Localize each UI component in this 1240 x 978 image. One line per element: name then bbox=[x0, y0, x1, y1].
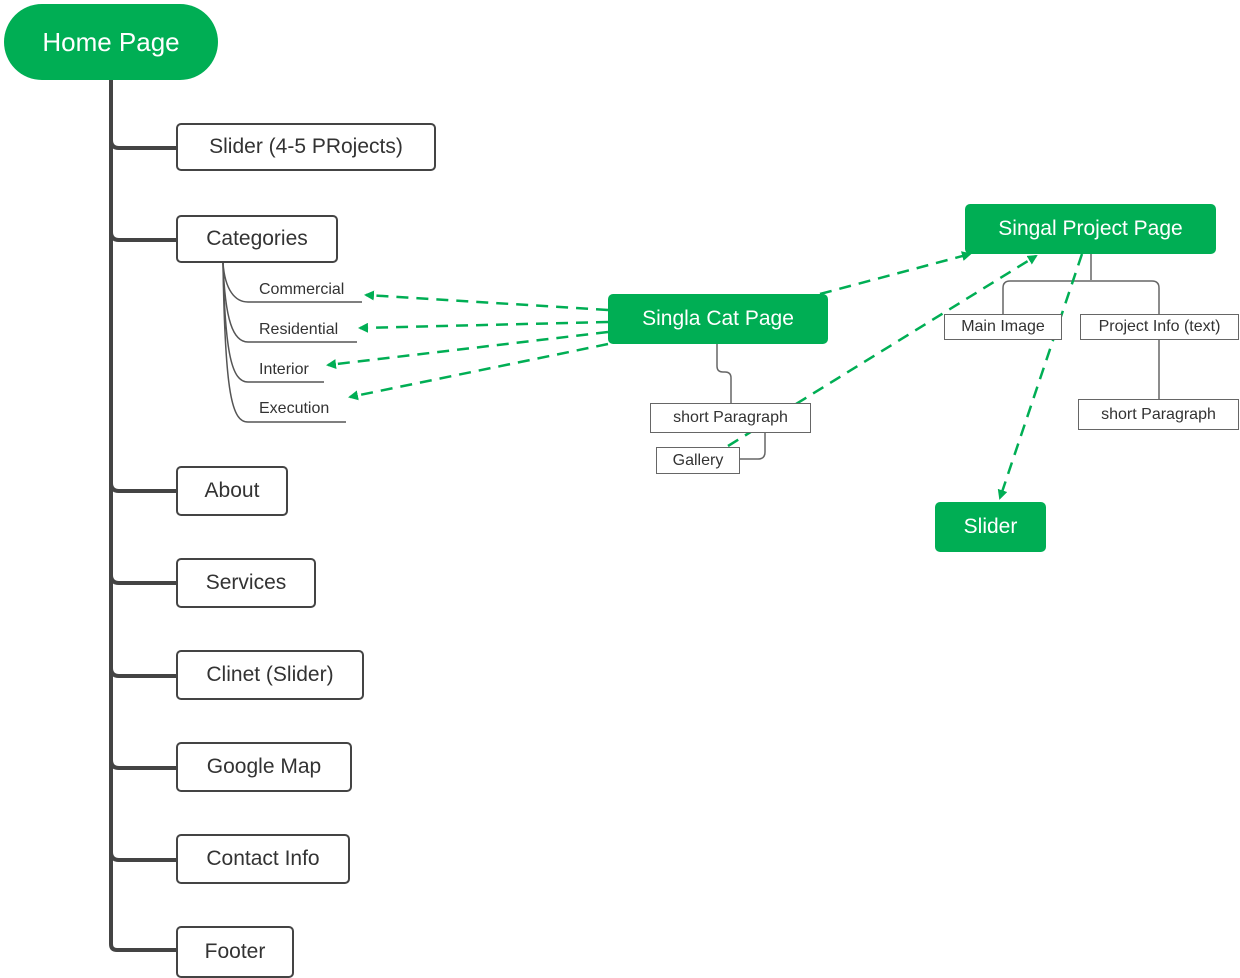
arrow-cat-to-commercial bbox=[364, 290, 609, 312]
arrow-cat-to-project bbox=[819, 251, 972, 296]
gallery-node[interactable]: Gallery bbox=[656, 447, 740, 474]
arrow-cat-to-interior bbox=[326, 330, 609, 370]
category-interior[interactable]: Interior bbox=[259, 361, 309, 379]
arrow-project-to-slider bbox=[997, 253, 1084, 500]
category-residential[interactable]: Residential bbox=[259, 321, 338, 339]
single-cat-page-node[interactable]: Singla Cat Page bbox=[608, 294, 828, 344]
project-short-paragraph-node[interactable]: short Paragraph bbox=[1078, 399, 1239, 430]
footer-node[interactable]: Footer bbox=[176, 926, 294, 978]
arrow-cat-to-residential bbox=[358, 320, 609, 333]
cat-page-connectors bbox=[716, 344, 766, 460]
categories-node[interactable]: Categories bbox=[176, 215, 338, 263]
slider-projects-node[interactable]: Slider (4-5 PRojects) bbox=[176, 123, 436, 171]
google-map-node[interactable]: Google Map bbox=[176, 742, 352, 792]
about-node[interactable]: About bbox=[176, 466, 288, 516]
category-execution[interactable]: Execution bbox=[259, 400, 329, 418]
main-image-node[interactable]: Main Image bbox=[944, 314, 1062, 340]
home-trunk bbox=[109, 80, 177, 952]
category-commercial[interactable]: Commercial bbox=[259, 281, 344, 299]
cat-short-paragraph-node[interactable]: short Paragraph bbox=[650, 403, 811, 433]
arrow-cat-to-execution bbox=[348, 342, 609, 401]
slider-node[interactable]: Slider bbox=[935, 502, 1046, 552]
single-project-page-node[interactable]: Singal Project Page bbox=[965, 204, 1216, 254]
services-node[interactable]: Services bbox=[176, 558, 316, 608]
contact-info-node[interactable]: Contact Info bbox=[176, 834, 350, 884]
home-page-node[interactable]: Home Page bbox=[4, 4, 218, 80]
project-info-node[interactable]: Project Info (text) bbox=[1080, 314, 1239, 340]
client-slider-node[interactable]: Clinet (Slider) bbox=[176, 650, 364, 700]
